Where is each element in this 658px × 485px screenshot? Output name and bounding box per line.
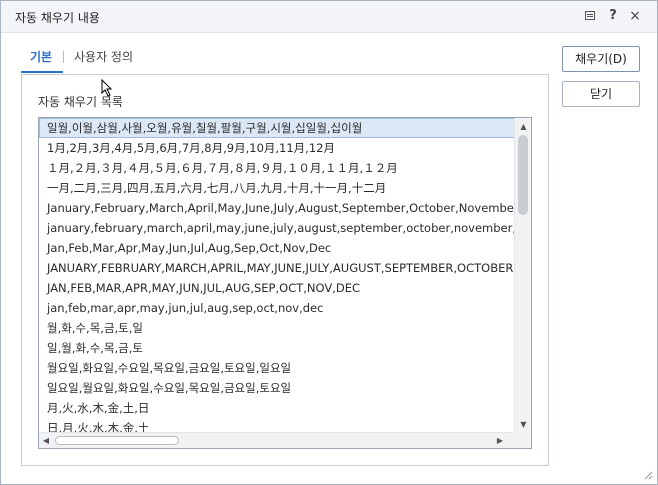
list-item[interactable]: 월요일,화요일,수요일,목요일,금요일,토요일,일요일	[39, 358, 515, 378]
list-item[interactable]: 월,화,수,목,금,토,일	[39, 318, 515, 338]
list-item[interactable]: １月,２月,３月,４月,５月,６月,７月,８月,９月,１０月,１１月,１２月	[39, 158, 515, 178]
scroll-right-icon[interactable]: ▶	[493, 433, 507, 448]
tab-divider	[63, 51, 64, 63]
scroll-left-icon[interactable]: ◀	[39, 433, 53, 448]
resize-grip-icon[interactable]	[643, 470, 653, 480]
list-item[interactable]: 一月,二月,三月,四月,五月,六月,七月,八月,九月,十月,十一月,十二月	[39, 178, 515, 198]
list-item[interactable]: 日,月,火,水,木,金,土	[39, 418, 515, 433]
list-item[interactable]: jan,feb,mar,apr,may,jun,jul,aug,sep,oct,…	[39, 298, 515, 318]
autofill-listbox[interactable]: 일월,이월,삼월,사월,오월,유월,칠월,팔월,구월,시월,십일월,십이월 1月…	[38, 117, 532, 449]
tab-user-defined[interactable]: 사용자 정의	[74, 48, 133, 65]
help-icon[interactable]: ?	[604, 7, 622, 25]
list-item[interactable]: JAN,FEB,MAR,APR,MAY,JUN,JUL,AUG,SEP,OCT,…	[39, 278, 515, 298]
scroll-down-icon[interactable]: ▼	[515, 417, 531, 432]
close-button[interactable]: 닫기	[562, 81, 640, 107]
tab-basic[interactable]: 기본	[30, 48, 52, 65]
list-item[interactable]: january,february,march,april,may,june,ju…	[39, 218, 515, 238]
title-bar[interactable]: 자동 채우기 내용 ? ×	[1, 1, 657, 33]
list-item[interactable]: 1月,2月,3月,4月,5月,6月,7月,8月,9月,10月,11月,12月	[39, 138, 515, 158]
list-item[interactable]: Jan,Feb,Mar,Apr,May,Jun,Jul,Aug,Sep,Oct,…	[39, 238, 515, 258]
list-item[interactable]: 일월,이월,삼월,사월,오월,유월,칠월,팔월,구월,시월,십일월,십이월	[39, 118, 515, 138]
mouse-cursor-icon	[101, 79, 113, 97]
dialog-title: 자동 채우기 내용	[15, 11, 100, 25]
close-icon[interactable]: ×	[626, 7, 644, 25]
list-item[interactable]: JANUARY,FEBRUARY,MARCH,APRIL,MAY,JUNE,JU…	[39, 258, 515, 278]
horizontal-scroll-thumb[interactable]	[55, 436, 179, 445]
list-item[interactable]: 月,火,水,木,金,土,日	[39, 398, 515, 418]
vertical-scroll-thumb[interactable]	[518, 135, 528, 215]
list-item[interactable]: January,February,March,April,May,June,Ju…	[39, 198, 515, 218]
horizontal-scrollbar[interactable]: ◀ ▶	[39, 432, 515, 448]
memo-icon[interactable]	[581, 7, 599, 25]
active-tab-indicator	[21, 71, 63, 73]
scroll-up-icon[interactable]: ▲	[515, 119, 531, 134]
list-item[interactable]: 일,월,화,수,목,금,토	[39, 338, 515, 358]
scrollbar-corner	[514, 432, 531, 448]
vertical-scrollbar[interactable]: ▲ ▼	[514, 118, 531, 433]
list-item[interactable]: 일요일,월요일,화요일,수요일,목요일,금요일,토요일	[39, 378, 515, 398]
fill-button[interactable]: 채우기(D)	[562, 46, 640, 72]
autofill-dialog: 자동 채우기 내용 ? × 기본 사용자 정의 자동 채우기 목록 일월,이월,…	[0, 0, 658, 485]
list-rows: 일월,이월,삼월,사월,오월,유월,칠월,팔월,구월,시월,십일월,십이월 1月…	[39, 118, 515, 433]
